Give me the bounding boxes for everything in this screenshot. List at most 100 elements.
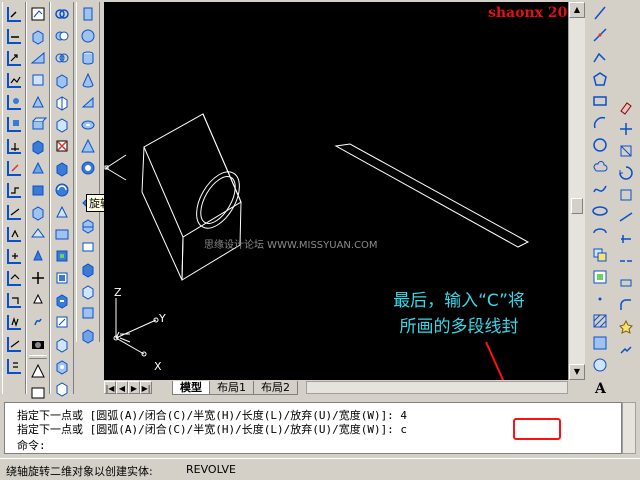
cylinder-tool-icon[interactable] [77, 47, 99, 68]
multiline-text-icon[interactable]: A [588, 376, 612, 398]
insert-block-icon[interactable] [588, 244, 612, 266]
scroll-down-icon[interactable]: ▼ [569, 364, 585, 380]
camera-icon[interactable] [27, 333, 49, 354]
union-solid-icon[interactable] [51, 3, 73, 24]
drawing-area[interactable]: Z Y X shaonx 2009-9-7 思缘设计论坛 WWW.MISSYUA… [104, 2, 568, 380]
section-icon[interactable] [77, 236, 99, 257]
extrude-faces-icon[interactable] [51, 69, 73, 90]
scroll-up-icon[interactable]: ▲ [569, 2, 585, 18]
tolerance-icon[interactable] [3, 223, 25, 244]
ellipse-arc-icon[interactable] [588, 222, 612, 244]
rotate-faces-icon[interactable] [51, 157, 73, 178]
taper-faces-icon[interactable] [51, 201, 73, 222]
cone-icon[interactable] [27, 91, 49, 112]
loft-icon[interactable] [27, 245, 49, 266]
pyramid-icon[interactable] [27, 157, 49, 178]
color-edges-icon[interactable] [51, 267, 73, 288]
tab-model[interactable]: 模型 [172, 380, 210, 395]
helix-icon[interactable] [27, 311, 49, 332]
last-tab-icon[interactable]: ▶| [140, 381, 152, 394]
join-icon[interactable] [615, 338, 637, 360]
check-icon[interactable] [51, 377, 73, 398]
cone-tool-icon[interactable] [77, 69, 99, 90]
dimension-update-icon[interactable] [3, 311, 25, 332]
gradient-icon[interactable] [588, 332, 612, 354]
3d-array-icon[interactable] [77, 302, 99, 323]
erase-icon[interactable] [615, 96, 637, 118]
center-mark-icon[interactable] [3, 245, 25, 266]
3d-mirror-icon[interactable] [77, 324, 99, 345]
continue-dimension-icon[interactable] [3, 179, 25, 200]
spline-icon[interactable] [588, 178, 612, 200]
polysolid-icon[interactable] [27, 201, 49, 222]
pyramid-tool-icon[interactable] [77, 135, 99, 156]
diameter-dimension-icon[interactable] [3, 91, 25, 112]
subtract-icon[interactable] [27, 382, 49, 403]
angular-dimension-icon[interactable] [3, 113, 25, 134]
torus-tool-icon[interactable] [77, 113, 99, 134]
arc-icon[interactable] [588, 112, 612, 134]
make-block-icon[interactable] [588, 266, 612, 288]
sweep-icon[interactable] [27, 223, 49, 244]
slice-icon[interactable] [77, 214, 99, 235]
break-icon[interactable] [615, 250, 637, 272]
scroll-thumb[interactable] [571, 198, 583, 214]
color-faces-icon[interactable] [51, 223, 73, 244]
presspull-icon[interactable] [27, 289, 49, 310]
ellipse-icon[interactable] [588, 200, 612, 222]
separate-icon[interactable] [51, 333, 73, 354]
union-icon[interactable] [27, 360, 49, 381]
interfere-icon[interactable] [77, 258, 99, 279]
radius-dimension-icon[interactable] [3, 69, 25, 90]
rectangle-icon[interactable] [588, 90, 612, 112]
scale-icon[interactable] [615, 162, 637, 184]
quick-dimension-icon[interactable] [3, 135, 25, 156]
tab-layout-1[interactable]: 布局1 [209, 380, 254, 395]
stretch-icon[interactable] [615, 184, 637, 206]
extend-icon[interactable] [615, 228, 637, 250]
imprint-icon[interactable] [51, 289, 73, 310]
offset-faces-icon[interactable] [51, 113, 73, 134]
cylinder-icon[interactable] [27, 69, 49, 90]
delete-faces-icon[interactable] [51, 135, 73, 156]
line-icon[interactable] [588, 2, 612, 24]
sphere-icon[interactable] [27, 113, 49, 134]
vertical-scrollbar[interactable]: ▲ ▼ [568, 2, 585, 380]
aligned-dimension-icon[interactable] [3, 25, 25, 46]
revolve-icon[interactable] [51, 179, 73, 200]
trim-icon[interactable] [615, 206, 637, 228]
polysolid-tool-icon[interactable] [77, 3, 99, 24]
first-tab-icon[interactable]: |◀ [104, 381, 116, 394]
leader-icon[interactable] [3, 201, 25, 222]
wedge-tool-icon[interactable] [77, 91, 99, 112]
copy-icon[interactable] [615, 118, 637, 140]
tab-layout-2[interactable]: 布局2 [253, 380, 298, 395]
clean-icon[interactable] [51, 311, 73, 332]
chamfer-icon[interactable] [615, 272, 637, 294]
dimension-text-edit-icon[interactable] [3, 289, 25, 310]
torus-icon[interactable] [27, 135, 49, 156]
dimension-edit-icon[interactable] [3, 267, 25, 288]
shell-icon[interactable] [51, 355, 73, 376]
revolve-tool-icon[interactable] [77, 157, 99, 178]
subtract-solid-icon[interactable] [51, 25, 73, 46]
command-scrollbar[interactable] [622, 402, 636, 454]
rotate-icon[interactable] [615, 140, 637, 162]
polyline-icon[interactable] [588, 46, 612, 68]
layer-icon[interactable] [27, 3, 49, 24]
region-icon[interactable] [588, 354, 612, 376]
polygon-icon[interactable] [588, 68, 612, 90]
command-prompt[interactable]: 命令: [17, 437, 46, 453]
revision-cloud-icon[interactable] [588, 156, 612, 178]
ordinate-dimension-icon[interactable] [3, 47, 25, 68]
wedge-icon[interactable] [27, 47, 49, 68]
fillet-icon[interactable] [615, 294, 637, 316]
linear-dimension-icon[interactable] [3, 3, 25, 24]
circle-icon[interactable] [588, 134, 612, 156]
planar-surface-icon[interactable] [27, 267, 49, 288]
move-faces-icon[interactable] [51, 91, 73, 112]
horizontal-scrollbar[interactable] [306, 381, 568, 394]
baseline-dimension-icon[interactable] [3, 157, 25, 178]
sphere-tool-icon[interactable] [77, 25, 99, 46]
dimension-style-icon[interactable] [3, 333, 25, 354]
